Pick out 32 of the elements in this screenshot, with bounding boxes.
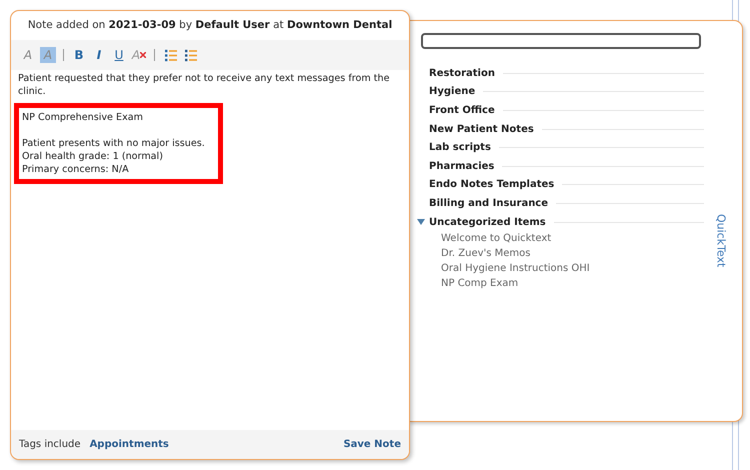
search-field[interactable] (421, 33, 701, 49)
category-item[interactable]: Lab scripts (429, 142, 491, 154)
category-item[interactable]: Billing and Insurance (429, 198, 548, 209)
quicktext-item[interactable]: Welcome to Quicktext (441, 231, 706, 246)
save-note-link[interactable]: Save Note (343, 439, 401, 450)
quicktext-tab[interactable]: QuickText (714, 214, 728, 268)
category-item[interactable]: Front Office (429, 104, 495, 116)
underline-button[interactable]: U (111, 47, 127, 63)
quicktext-item[interactable]: Oral Hygiene Instructions OHI (441, 261, 706, 276)
note-line: Primary concerns: N/A (22, 163, 130, 176)
category-item[interactable]: New Patient Notes (429, 124, 534, 135)
note-line: Oral health grade: 1 (normal) (22, 150, 164, 163)
tags-label: Tags include (19, 439, 81, 450)
bullet-list-button[interactable] (182, 47, 198, 63)
note-header: Note added on 2021-03-09 by Default User at Downtown Dental (26, 18, 394, 33)
quicktext-item[interactable]: Dr. Zuev's Memos (441, 246, 706, 262)
note-text: Patient requested that they prefer not to receive any text messages from the clinic. (18, 72, 390, 98)
bold-button[interactable]: B (71, 47, 87, 63)
category-item[interactable]: Endo Notes Templates (429, 179, 554, 190)
font-color-button[interactable]: A (20, 47, 36, 63)
note-line: Patient presents with no major issues. (22, 137, 206, 150)
quicktext-item[interactable]: NP Comp Exam (441, 276, 706, 292)
category-item[interactable]: Uncategorized Items (429, 216, 546, 228)
category-item[interactable]: Restoration (429, 68, 495, 79)
numbered-list-button[interactable] (162, 47, 178, 63)
expand-triangle-icon[interactable] (417, 218, 425, 226)
x-icon (140, 52, 146, 58)
italic-button[interactable]: I (91, 47, 107, 63)
tag-link[interactable]: Appointments (90, 439, 169, 450)
category-item[interactable]: Hygiene (429, 86, 476, 98)
note-line: NP Comprehensive Exam (22, 111, 144, 124)
category-item[interactable]: Pharmacies (429, 160, 494, 172)
